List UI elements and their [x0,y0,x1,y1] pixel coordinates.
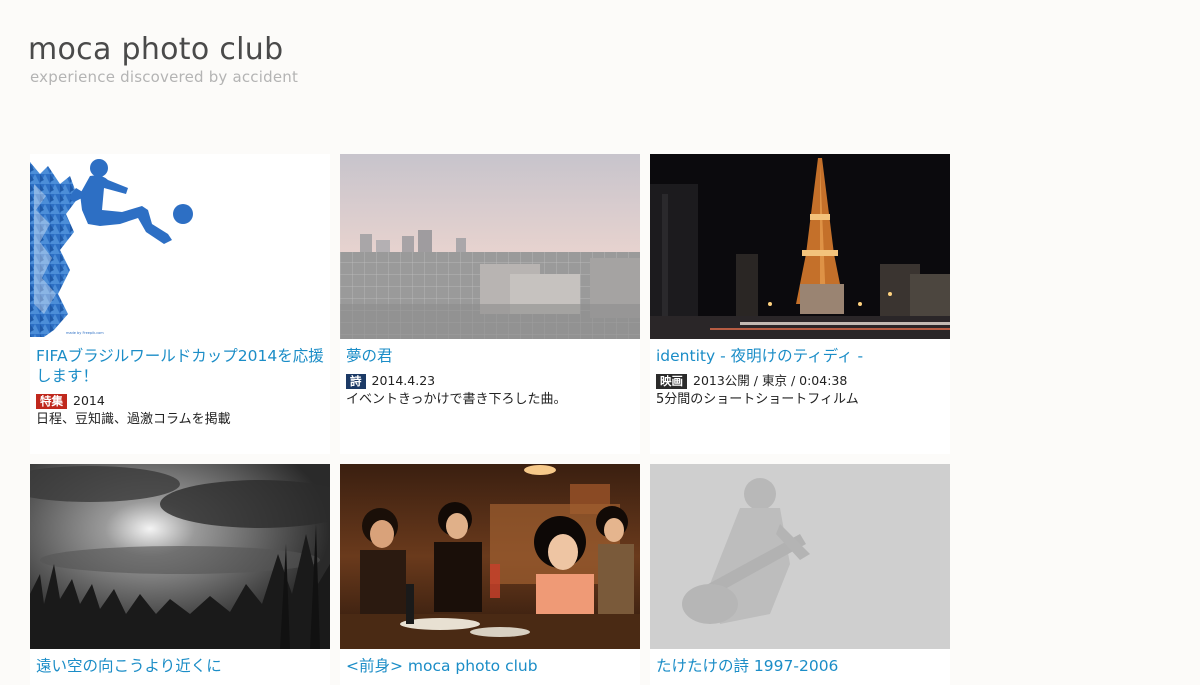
category-badge: 映画 [656,373,687,389]
cloudy-sky-photo [30,464,330,649]
site-title[interactable]: moca photo club [28,33,298,67]
illustration-credit: made by Freepik.com [66,331,104,335]
card-thumbnail[interactable]: made by Freepik.com [30,154,330,339]
card-thumbnail[interactable] [30,464,330,649]
card-body: 夢の君 詩 2014.4.23 イベントきっかけで書き下ろした曲。 [340,339,640,419]
card-title[interactable]: FIFAブラジルワールドカップ2014を応援します！ [36,346,324,386]
card-body: identity - 夜明けのティディ - 映画 2013公開 / 東京 / 0… [650,339,950,419]
card-body: たけたけの詩 1997-2006 [650,649,950,685]
article-card-tooi-sora[interactable]: 遠い空の向こうより近くに [30,464,330,685]
card-date: 2014 [73,393,105,408]
card-thumbnail[interactable] [340,154,640,339]
article-card-fifa[interactable]: made by Freepik.com FIFAブラジルワールドカップ2014を… [30,154,330,454]
card-title[interactable]: 夢の君 [346,346,634,366]
article-card-yume[interactable]: 夢の君 詩 2014.4.23 イベントきっかけで書き下ろした曲。 [340,154,640,454]
category-badge: 詩 [346,373,366,389]
friends-restaurant-photo [340,464,640,649]
card-title[interactable]: <前身> moca photo club [346,656,634,676]
card-date: 2014.4.23 [371,373,436,388]
article-card-identity[interactable]: identity - 夜明けのティディ - 映画 2013公開 / 東京 / 0… [650,154,950,454]
card-body: 遠い空の向こうより近くに [30,649,330,685]
city-skyline-photo [340,154,640,339]
card-description: 日程、豆知識、過激コラムを掲載 [36,412,231,427]
card-title[interactable]: identity - 夜明けのティディ - [656,346,944,366]
card-meta: 特集 2014 [36,392,324,410]
card-title[interactable]: 遠い空の向こうより近くに [36,656,324,676]
guitar-player-photo [650,464,950,649]
card-date: 2013公開 / 東京 / 0:04:38 [693,373,848,388]
card-description: 5分間のショートショートフィルム [656,392,859,407]
soccer-player-illustration: made by Freepik.com [30,159,193,337]
card-meta: 詩 2014.4.23 [346,372,634,390]
article-card-zenshin[interactable]: <前身> moca photo club [340,464,640,685]
category-badge: 特集 [36,393,67,409]
card-body: <前身> moca photo club [340,649,640,685]
card-title[interactable]: たけたけの詩 1997-2006 [656,656,944,676]
card-thumbnail[interactable] [340,464,640,649]
card-description: イベントきっかけで書き下ろした曲。 [346,392,567,407]
card-thumbnail[interactable] [650,154,950,339]
card-thumbnail[interactable] [650,464,950,649]
article-card-taketake[interactable]: たけたけの詩 1997-2006 [650,464,950,685]
site-header: moca photo club experience discovered by… [28,33,298,87]
tokyo-tower-photo [650,154,950,339]
card-body: FIFAブラジルワールドカップ2014を応援します！ 特集 2014 日程、豆知… [30,339,330,439]
card-meta: 映画 2013公開 / 東京 / 0:04:38 [656,372,944,390]
site-tagline: experience discovered by accident [30,68,299,86]
